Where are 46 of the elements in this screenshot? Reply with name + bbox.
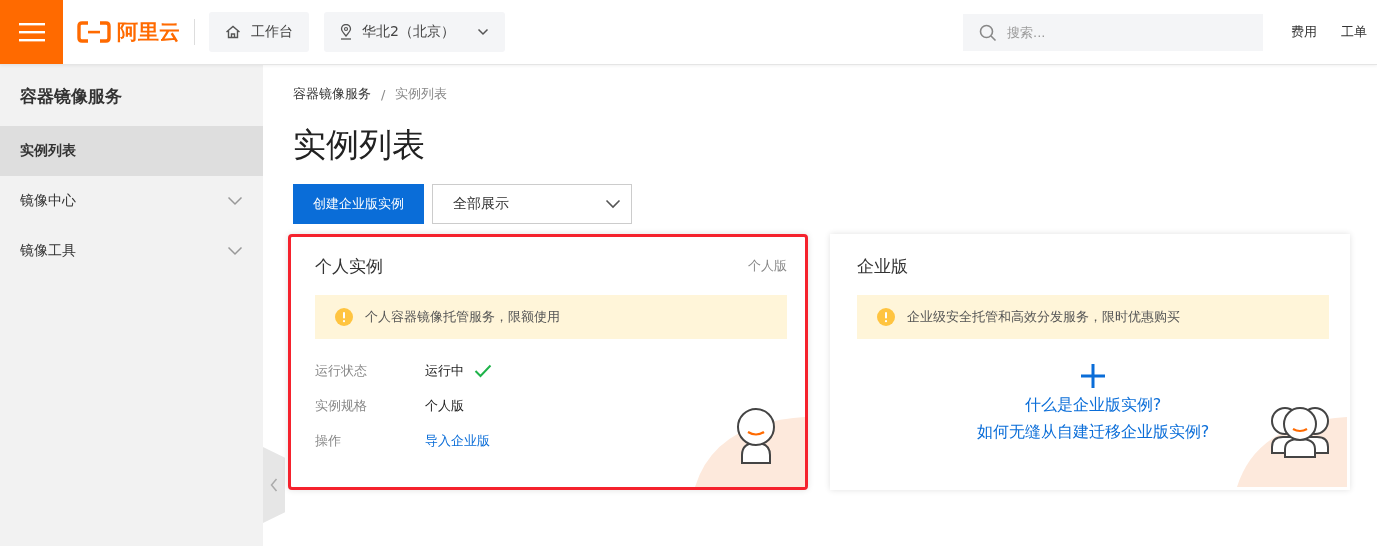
search-field[interactable]: 搜索... bbox=[963, 13, 1263, 51]
menu-icon bbox=[18, 22, 45, 42]
logo-text: 阿里云 bbox=[117, 19, 180, 46]
search-icon bbox=[979, 23, 997, 42]
menu-button[interactable] bbox=[0, 0, 63, 64]
region-selector[interactable]: 华北2（北京） bbox=[324, 12, 505, 52]
status-value: 运行中 bbox=[425, 361, 464, 380]
breadcrumb-link[interactable]: 容器镜像服务 bbox=[293, 85, 371, 103]
sidebar-item[interactable]: 实例列表 bbox=[0, 126, 263, 176]
field-label: 操作 bbox=[315, 431, 342, 450]
help-link[interactable]: 如何无缝从自建迁移企业版实例? bbox=[976, 422, 1210, 443]
page-title: 实例列表 bbox=[293, 124, 426, 166]
plus-icon[interactable] bbox=[1080, 363, 1106, 389]
notice-text: 企业级安全托管和高效分发服务，限时优惠购买 bbox=[907, 308, 1180, 326]
sidebar-item[interactable]: 镜像中心 bbox=[0, 176, 263, 226]
import-link[interactable]: 导入企业版 bbox=[425, 431, 490, 450]
create-instance-button[interactable]: 创建企业版实例 bbox=[293, 184, 424, 224]
workbench-button[interactable]: 工作台 bbox=[209, 12, 309, 52]
chevron-down-icon bbox=[227, 196, 243, 206]
header-link[interactable]: 费用 bbox=[1291, 23, 1317, 41]
field-label: 运行状态 bbox=[315, 361, 368, 380]
warning-icon bbox=[335, 308, 353, 326]
field-label: 实例规格 bbox=[315, 396, 368, 415]
chevron-left-icon bbox=[270, 478, 278, 492]
header-link[interactable]: 工单 bbox=[1341, 23, 1367, 41]
card-title: 个人实例 bbox=[315, 254, 383, 278]
bracket-logo-icon bbox=[77, 21, 111, 43]
home-icon bbox=[225, 25, 241, 39]
sidebar-item[interactable]: 镜像工具 bbox=[0, 226, 263, 276]
warning-icon bbox=[877, 308, 895, 326]
sidebar-title: 容器镜像服务 bbox=[19, 85, 123, 108]
help-link[interactable]: 什么是企业版实例? bbox=[1024, 395, 1162, 416]
chevron-down-icon bbox=[227, 246, 243, 256]
card-tag: 个人版 bbox=[748, 257, 787, 275]
check-icon bbox=[474, 363, 492, 378]
breadcrumb-link[interactable]: 实例列表 bbox=[395, 85, 448, 103]
card-title: 企业版 bbox=[857, 254, 908, 278]
person-drawing bbox=[735, 407, 777, 465]
field-value: 个人版 bbox=[425, 396, 464, 415]
chevron-down-icon bbox=[477, 28, 489, 36]
filter-dropdown[interactable]: 全部展示 bbox=[432, 184, 632, 224]
chevron-down-icon bbox=[605, 199, 621, 209]
notice-text: 个人容器镜像托管服务，限额使用 bbox=[365, 308, 560, 326]
location-pin-icon bbox=[340, 24, 352, 40]
people-drawing bbox=[1269, 405, 1331, 459]
breadcrumb-separator: / bbox=[381, 86, 386, 102]
